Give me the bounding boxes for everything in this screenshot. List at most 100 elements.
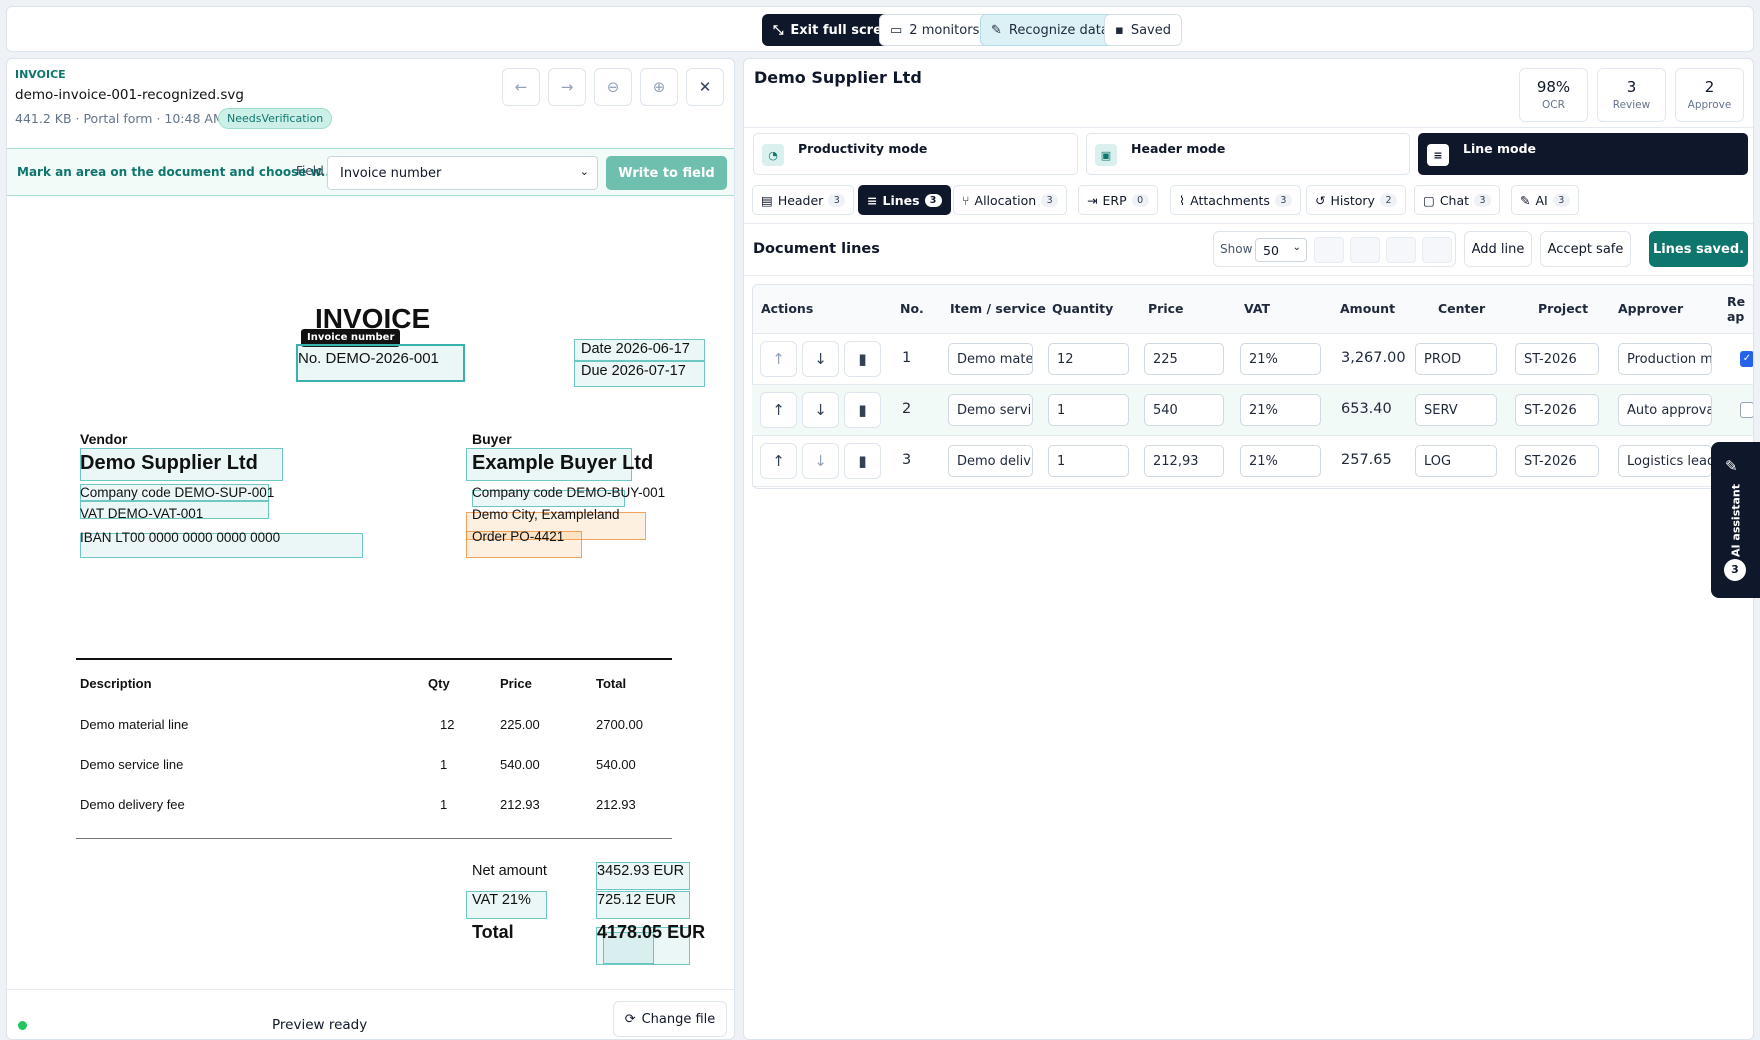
net-label: Net amount <box>472 863 547 879</box>
monitors-button[interactable]: ▭ 2 monitors <box>879 14 991 46</box>
tab-lines[interactable]: ≡ Lines 3 <box>858 185 951 215</box>
move-up-icon[interactable]: ↑ <box>760 392 797 428</box>
tab-attachments[interactable]: ⌇ Attachments 3 <box>1170 185 1301 215</box>
document-preview-panel: INVOICE demo-invoice-001-recognized.svg … <box>6 58 735 1040</box>
lines-saved-button[interactable]: Lines saved. <box>1649 231 1748 267</box>
item-input[interactable]: Demo deliv <box>948 445 1033 477</box>
tab-history[interactable]: ↺ History 2 <box>1306 185 1406 215</box>
review-checkbox-checked[interactable]: ✓ <box>1740 351 1753 367</box>
recognize-label: Recognize data <box>1008 22 1109 38</box>
change-file-label: Change file <box>641 1011 716 1027</box>
tab-allocation[interactable]: ⑂ Allocation 3 <box>953 185 1068 215</box>
row-amount: 653.40 <box>1341 401 1392 417</box>
doc-row-price: 540.00 <box>500 757 540 772</box>
doc-row-qty: 12 <box>440 717 455 732</box>
toolbar-divider <box>744 275 1753 276</box>
price-input[interactable]: 540 <box>1144 394 1224 426</box>
table-bottom-rule <box>76 838 672 839</box>
close-icon[interactable]: ✕ <box>686 68 724 106</box>
zoom-out-icon[interactable]: ⊖ <box>594 68 632 106</box>
project-input[interactable]: ST-2026 <box>1515 445 1599 477</box>
footer-divider <box>7 989 734 990</box>
doc-row-description: Demo service line <box>80 757 184 772</box>
header-mode-button[interactable]: ▣ Header mode <box>1086 133 1410 175</box>
next-page-button[interactable] <box>1386 237 1416 263</box>
field-select[interactable]: Invoice number ⌄ <box>327 156 598 190</box>
first-page-button[interactable] <box>1314 237 1344 263</box>
accept-safe-button[interactable]: Accept safe <box>1540 231 1631 267</box>
page-size-select[interactable]: 50 ⌄ <box>1255 238 1307 262</box>
buyer-code: Company code DEMO-BUY-001 <box>472 485 666 500</box>
recognize-data-button[interactable]: ✎ Recognize data <box>980 14 1120 46</box>
export-icon: ⇥ <box>1087 192 1098 208</box>
tab-chat[interactable]: ▢ Chat 3 <box>1414 185 1501 215</box>
item-input[interactable]: Demo mate <box>948 343 1033 375</box>
move-up-icon[interactable]: ↑ <box>760 341 797 377</box>
add-line-button[interactable]: Add line <box>1464 231 1532 267</box>
mode-label: Line mode <box>1463 141 1537 156</box>
center-input[interactable]: LOG <box>1415 445 1497 477</box>
productivity-mode-button[interactable]: ◔ Productivity mode <box>753 133 1078 175</box>
prev-page-button[interactable] <box>1350 237 1380 263</box>
last-page-button[interactable] <box>1422 237 1452 263</box>
trash-icon[interactable]: ▮ <box>844 392 881 428</box>
col-price: Price <box>1148 301 1184 316</box>
center-input[interactable]: SERV <box>1415 394 1497 426</box>
tab-count: 3 <box>1274 193 1292 207</box>
quantity-input[interactable]: 1 <box>1048 445 1129 477</box>
table-row: ↑ ↓ ▮ 3 Demo deliv 1 212,93 21% 257.65 L… <box>752 436 1753 487</box>
write-to-field-button[interactable]: Write to field <box>606 156 727 190</box>
approver-input[interactable]: Logistics lead <box>1618 445 1712 477</box>
approver-input[interactable]: Production m <box>1618 343 1712 375</box>
line-mode-button[interactable]: ≡ Line mode <box>1418 133 1748 175</box>
move-down-icon[interactable]: ↓ <box>802 392 839 428</box>
doc-row-total: 2700.00 <box>596 717 643 732</box>
ai-assistant-tab[interactable]: ✎ AI assistant 3 <box>1711 442 1760 598</box>
preview-status: Preview ready <box>272 1017 368 1033</box>
show-label: Show <box>1220 242 1253 256</box>
doc-due: Due 2026-07-17 <box>581 363 686 379</box>
col-total: Total <box>596 676 627 691</box>
tab-erp[interactable]: ⇥ ERP 0 <box>1078 185 1158 215</box>
price-input[interactable]: 212,93 <box>1144 445 1224 477</box>
change-file-button[interactable]: ⟳ Change file <box>613 1001 727 1037</box>
vat-input[interactable]: 21% <box>1240 445 1321 477</box>
field-mapping-bar: Mark an area on the document and choose … <box>7 148 734 196</box>
center-input[interactable]: PROD <box>1415 343 1497 375</box>
tab-label: Header <box>777 192 824 208</box>
price-input[interactable]: 225 <box>1144 343 1224 375</box>
tab-count: 3 <box>1474 193 1492 207</box>
page-size-value: 50 <box>1263 243 1279 258</box>
move-down-icon[interactable]: ↓ <box>802 443 839 479</box>
review-stat: 3 Review <box>1597 68 1666 122</box>
chevron-down-icon: ⌄ <box>579 165 589 178</box>
quantity-input[interactable]: 1 <box>1048 394 1129 426</box>
saved-button[interactable]: ▪ Saved <box>1104 14 1182 46</box>
paperclip-icon: ⌇ <box>1179 192 1186 208</box>
total-label: Total <box>472 922 514 942</box>
col-quantity: Quantity <box>1052 301 1114 316</box>
vat-input[interactable]: 21% <box>1240 394 1321 426</box>
next-icon[interactable]: → <box>548 68 586 106</box>
tab-count: 3 <box>1041 193 1059 207</box>
tab-header[interactable]: ▤ Header 3 <box>752 185 855 215</box>
vendor-vat: VAT DEMO-VAT-001 <box>80 506 204 521</box>
stat-value: 3 <box>1626 78 1637 96</box>
tab-label: ERP <box>1102 192 1127 208</box>
review-checkbox[interactable] <box>1740 402 1753 418</box>
vendor-name: Demo Supplier Ltd <box>80 452 258 474</box>
project-input[interactable]: ST-2026 <box>1515 343 1599 375</box>
quantity-input[interactable]: 12 <box>1048 343 1129 375</box>
item-input[interactable]: Demo servi <box>948 394 1033 426</box>
trash-icon[interactable]: ▮ <box>844 341 881 377</box>
zoom-in-icon[interactable]: ⊕ <box>640 68 678 106</box>
move-down-icon[interactable]: ↓ <box>802 341 839 377</box>
doc-row-price: 212.93 <box>500 797 540 812</box>
move-up-icon[interactable]: ↑ <box>760 443 797 479</box>
project-input[interactable]: ST-2026 <box>1515 394 1599 426</box>
trash-icon[interactable]: ▮ <box>844 443 881 479</box>
approver-input[interactable]: Auto approva <box>1618 394 1712 426</box>
tab-ai[interactable]: ✎ AI 3 <box>1511 185 1579 215</box>
prev-icon[interactable]: ← <box>502 68 540 106</box>
vat-input[interactable]: 21% <box>1240 343 1321 375</box>
